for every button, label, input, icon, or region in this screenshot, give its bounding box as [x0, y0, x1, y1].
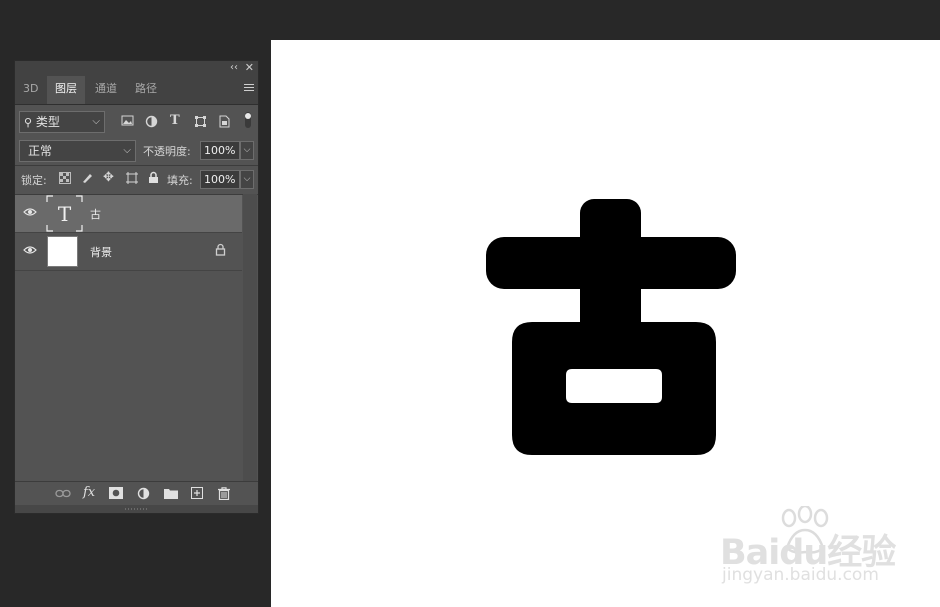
layer-name: 背景 [90, 246, 112, 259]
filter-type-icon[interactable]: T [170, 113, 180, 128]
layers-bottom-toolbar: fx [15, 481, 258, 506]
filter-toggle-icon[interactable] [244, 111, 252, 129]
divider [15, 165, 258, 166]
baidu-watermark: Baidu经验 jingyan.baidu.com [717, 506, 937, 596]
text-layer-thumb-glyph: T [58, 202, 72, 226]
tab-channels[interactable]: 通道 [87, 76, 125, 104]
new-group-icon[interactable] [164, 488, 178, 499]
filter-adjustment-icon[interactable] [145, 115, 158, 128]
eye-icon[interactable] [23, 245, 37, 255]
background-layer-thumbnail [47, 236, 78, 267]
tab-3d[interactable]: 3D [15, 76, 46, 104]
chevron-down-icon: ⌵ [123, 145, 131, 156]
fx-icon[interactable]: fx [83, 485, 95, 500]
chevron-down-icon: ⌵ [92, 116, 100, 127]
filter-row: ⚲ 类型 ⌵ T [15, 111, 258, 135]
lock-all-icon[interactable] [148, 171, 159, 184]
search-icon: ⚲ [24, 116, 33, 129]
lock-image-pixels-icon[interactable] [81, 171, 94, 184]
text-layer-thumbnail: T [46, 195, 83, 232]
lock-row: 锁定: ✥ 填充: 100% ⌵ [15, 170, 258, 190]
blend-mode-select[interactable]: 正常 ⌵ [19, 140, 136, 162]
filter-smart-object-icon[interactable] [218, 115, 230, 128]
eye-icon[interactable] [23, 207, 37, 217]
filter-kind-select[interactable]: ⚲ 类型 ⌵ [19, 111, 105, 133]
lock-artboard-icon[interactable] [125, 171, 139, 185]
document-canvas[interactable]: Baidu经验 jingyan.baidu.com [271, 40, 940, 607]
close-panel-icon[interactable]: ✕ [245, 61, 254, 74]
filter-shape-icon[interactable] [194, 115, 207, 128]
layers-scrollbar[interactable] [243, 194, 257, 481]
delete-layer-icon[interactable] [218, 487, 230, 500]
opacity-input[interactable]: 100% [200, 141, 240, 160]
opacity-label: 不透明度: [143, 145, 191, 158]
panel-resize-grip[interactable] [15, 505, 258, 513]
new-layer-icon[interactable] [191, 487, 203, 499]
panel-menu-icon[interactable] [244, 84, 254, 93]
panel-title-bar: ‹‹ ✕ [15, 61, 258, 76]
lock-label: 锁定: [21, 174, 47, 187]
tab-paths[interactable]: 路径 [127, 76, 165, 104]
link-layers-icon[interactable] [55, 489, 71, 498]
add-mask-icon[interactable] [109, 487, 123, 499]
lock-transparent-pixels-icon[interactable] [59, 172, 71, 184]
lock-icon[interactable] [215, 243, 226, 256]
blend-mode-value: 正常 [28, 144, 53, 158]
blend-row: 正常 ⌵ 不透明度: 100% ⌵ [15, 140, 258, 164]
filter-kind-value: 类型 [35, 115, 60, 129]
canvas-glyph-gu [486, 199, 736, 455]
lock-position-icon[interactable]: ✥ [103, 170, 114, 185]
collapse-panel-icon[interactable]: ‹‹ [230, 62, 238, 73]
fill-input[interactable]: 100% [200, 170, 240, 189]
fill-dropdown-icon[interactable]: ⌵ [240, 170, 254, 189]
watermark-site: jingyan.baidu.com [722, 565, 879, 585]
tab-layers[interactable]: 图层 [47, 76, 85, 104]
new-adjustment-layer-icon[interactable] [137, 487, 150, 500]
layer-row-text[interactable]: T 古 [15, 195, 242, 233]
layer-name: 古 [90, 208, 101, 221]
panel-tabs: 3D 图层 通道 路径 [15, 76, 258, 105]
layers-panel: ‹‹ ✕ 3D 图层 通道 路径 ⚲ 类型 ⌵ T 正常 ⌵ 不透明度: 100… [14, 60, 259, 514]
fill-label: 填充: [167, 174, 193, 187]
filter-pixel-icon[interactable] [121, 115, 134, 127]
opacity-dropdown-icon[interactable]: ⌵ [240, 141, 254, 160]
layer-row-background[interactable]: 背景 [15, 233, 242, 271]
